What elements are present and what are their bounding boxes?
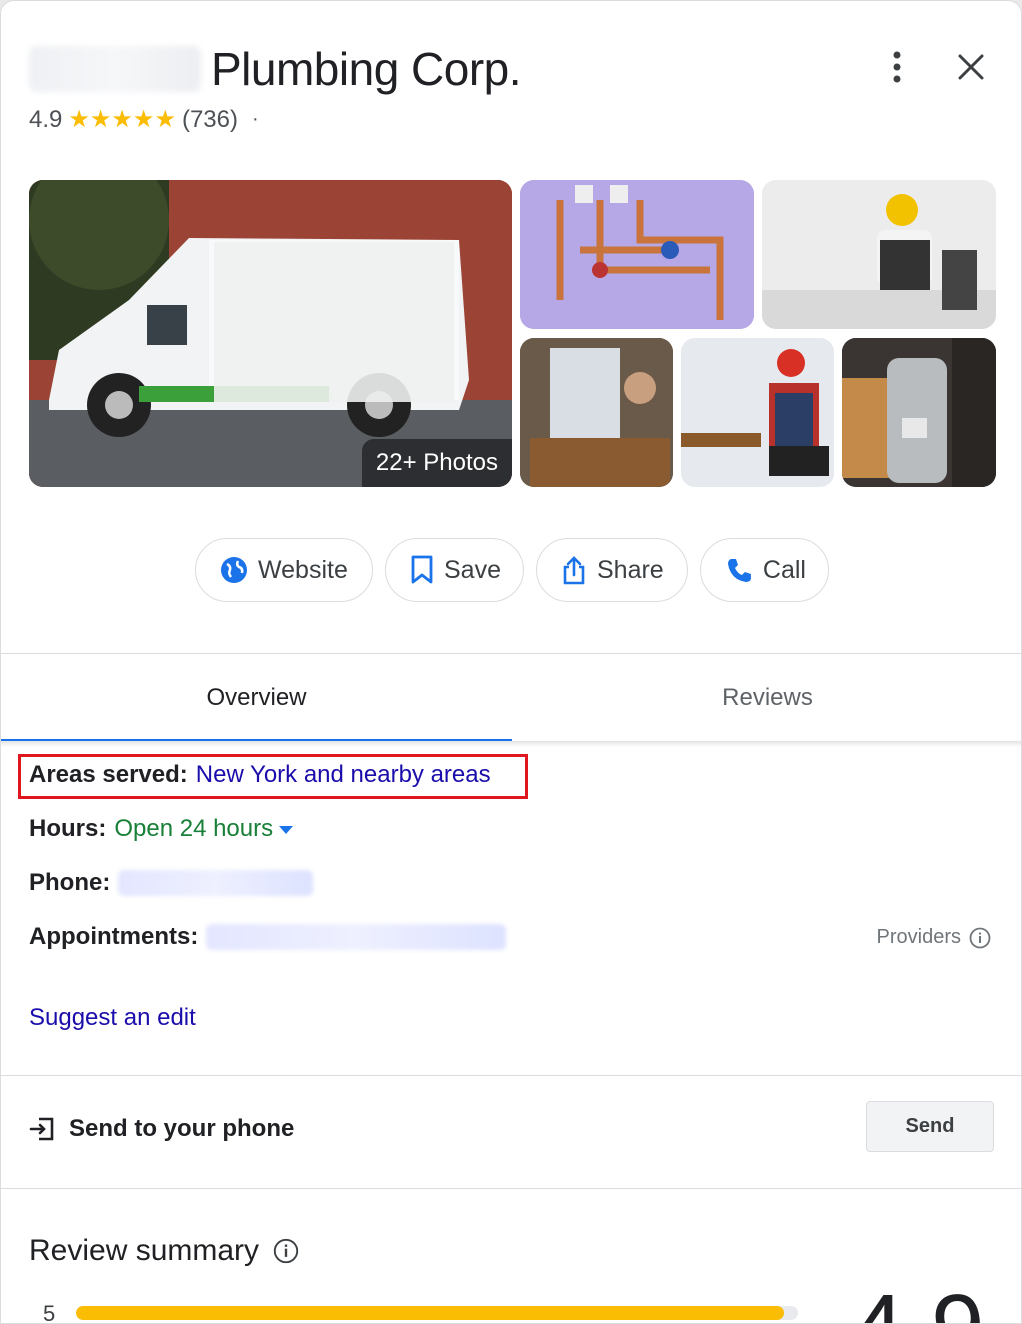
send-to-phone-row: Send to your phone (29, 1115, 294, 1143)
website-button[interactable]: Website (195, 538, 373, 602)
share-button[interactable]: Share (536, 538, 688, 602)
phone-label: Phone: (29, 869, 111, 896)
hours-label: Hours: (29, 815, 107, 842)
title-row: Plumbing Corp. (29, 39, 522, 99)
close-icon[interactable] (951, 47, 991, 87)
website-label: Website (258, 555, 348, 584)
hours-value[interactable]: Open 24 hours (114, 815, 273, 843)
action-buttons: Website Save Share Call (195, 538, 829, 602)
photo-van[interactable]: 22+ Photos (29, 180, 512, 487)
areas-served-value[interactable]: New York and nearby areas (196, 761, 491, 789)
review-summary-heading: Review summary (29, 1234, 299, 1268)
save-label: Save (444, 555, 501, 584)
call-button[interactable]: Call (700, 538, 829, 602)
photo-gallery[interactable]: 22+ Photos (29, 180, 996, 487)
share-label: Share (597, 555, 664, 584)
save-button[interactable]: Save (385, 538, 524, 602)
business-panel: Plumbing Corp. 4.9 ★★★★★ (736) · 22+ Pho… (0, 0, 1022, 1324)
divider-middle (1, 1075, 1021, 1076)
more-options-icon[interactable] (877, 47, 917, 87)
suggest-edit-link[interactable]: Suggest an edit (29, 1004, 196, 1032)
areas-served-label: Areas served: (29, 761, 188, 788)
photo-pipes[interactable] (520, 180, 754, 329)
hours-dropdown-icon[interactable] (279, 826, 294, 834)
photo-water-heater[interactable] (842, 338, 996, 487)
rating-bar-fill-5 (76, 1306, 784, 1320)
rating-row: 4.9 ★★★★★ (736) · (29, 105, 259, 134)
header-actions (877, 47, 991, 87)
tab-reviews[interactable]: Reviews (512, 654, 1021, 742)
info-icon[interactable] (273, 1238, 299, 1264)
tab-bar: Overview Reviews (1, 654, 1021, 742)
send-to-device-icon (29, 1117, 54, 1141)
send-to-phone-label: Send to your phone (69, 1115, 295, 1142)
separator-dot: · (251, 108, 259, 130)
call-label: Call (762, 555, 806, 584)
share-icon (563, 556, 585, 585)
send-button[interactable]: Send (866, 1101, 994, 1152)
rating-bar-label-5: 5 (43, 1301, 56, 1324)
tab-overview[interactable]: Overview (1, 654, 512, 742)
photo-window-repair[interactable] (520, 338, 673, 487)
globe-icon (221, 557, 247, 583)
blurred-phone-number[interactable] (118, 870, 314, 896)
tab-shadow (1, 741, 1021, 747)
info-icon (969, 927, 991, 948)
photo-worker-kneeling[interactable] (762, 180, 996, 329)
hours-row: Hours: Open 24 hours (29, 815, 294, 843)
overall-score: 4.9 (851, 1281, 984, 1324)
blurred-business-name (29, 46, 201, 92)
photo-worker-toolbox[interactable] (681, 338, 834, 487)
rating-bar-5 (76, 1306, 798, 1320)
providers-info[interactable]: Providers (877, 926, 991, 949)
bookmark-icon (411, 555, 433, 584)
appointments-row: Appointments: (29, 923, 507, 951)
providers-label: Providers (876, 926, 961, 948)
phone-icon (727, 559, 751, 582)
phone-row: Phone: (29, 869, 314, 897)
divider-bottom (1, 1188, 1021, 1189)
review-count[interactable]: (736) (182, 106, 238, 134)
rating-value: 4.9 (29, 105, 63, 133)
star-icons: ★★★★★ (68, 106, 176, 133)
photos-count-badge[interactable]: 22+ Photos (361, 439, 512, 487)
blurred-appointments-link[interactable] (206, 924, 507, 950)
business-title: Plumbing Corp. (211, 43, 522, 95)
areas-served-row: Areas served: New York and nearby areas (29, 761, 491, 789)
review-summary-title: Review summary (29, 1234, 260, 1267)
appointments-label: Appointments: (29, 923, 199, 950)
